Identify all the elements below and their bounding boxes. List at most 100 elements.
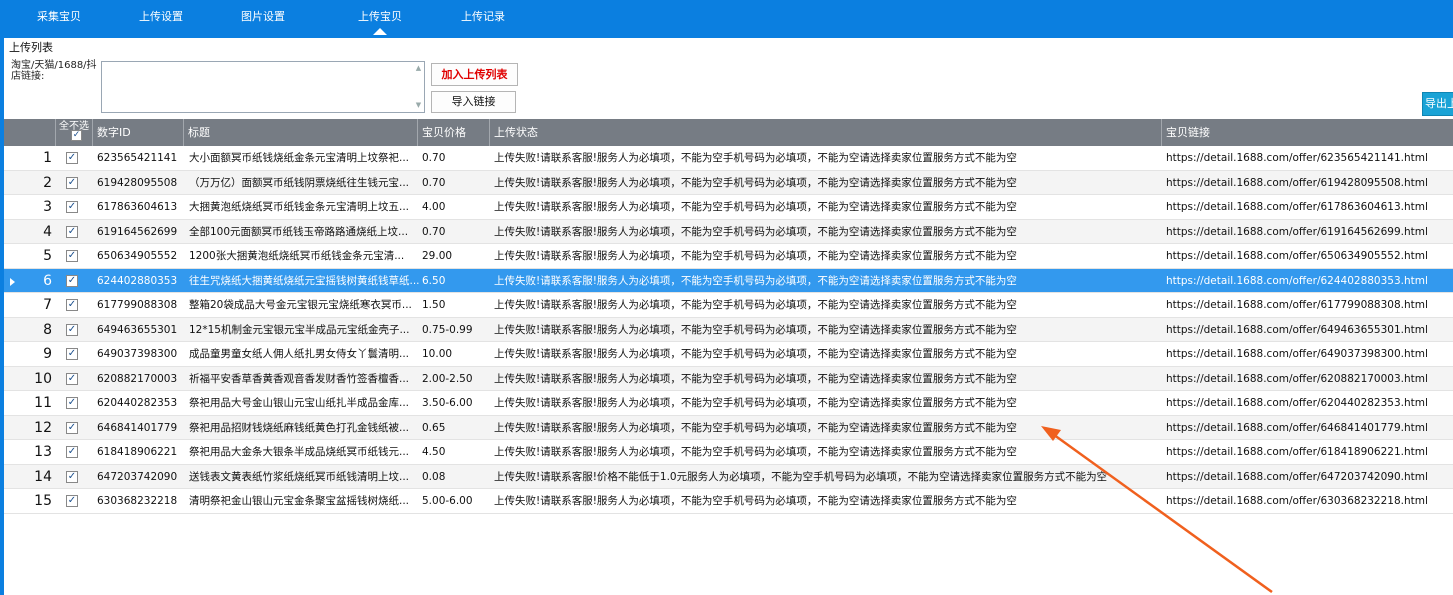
item-link[interactable]: https://detail.1688.com/offer/6494636553… bbox=[1166, 318, 1453, 342]
checkbox-checked-icon[interactable]: ✓ bbox=[66, 348, 78, 360]
header-link[interactable]: 宝贝链接 bbox=[1162, 119, 1453, 146]
row-checkbox[interactable]: ✓ bbox=[66, 470, 82, 483]
table-row[interactable]: 2 ✓ 619428095508 （万万亿）面额冥币纸钱阴票烧纸往生钱元宝... 0.7… bbox=[4, 170, 1453, 195]
item-link[interactable]: https://detail.1688.com/offer/6490373983… bbox=[1166, 342, 1453, 366]
import-links-button[interactable]: 导入链接 bbox=[431, 91, 516, 113]
checkbox-checked-icon[interactable]: ✓ bbox=[66, 495, 78, 507]
checkbox-checked-icon[interactable]: ✓ bbox=[66, 421, 78, 434]
item-title: 1200张大捆黄泡纸烧纸冥币纸钱金条元宝清... bbox=[189, 250, 405, 262]
add-to-upload-list-button[interactable]: 加入上传列表 bbox=[431, 63, 518, 86]
row-checkbox[interactable]: ✓ bbox=[66, 348, 82, 360]
item-link[interactable]: https://detail.1688.com/offer/6204402823… bbox=[1166, 391, 1453, 415]
item-price: 0.70 bbox=[422, 176, 446, 189]
item-link[interactable]: https://detail.1688.com/offer/6178636046… bbox=[1166, 195, 1453, 219]
row-checkbox[interactable]: ✓ bbox=[66, 323, 82, 336]
scroll-down-icon[interactable]: ▼ bbox=[413, 99, 424, 111]
item-id: 617863604613 bbox=[97, 201, 178, 213]
table-row[interactable]: 9 ✓ 649037398300 成品童男童女纸人佣人纸扎男女侍女丫鬟清明... 10.… bbox=[4, 342, 1453, 367]
table-row[interactable]: 15 ✓ 630368232218 清明祭祀金山银山元宝金条聚宝盆摇钱树烧纸... 5.… bbox=[4, 489, 1453, 514]
item-link[interactable]: https://detail.1688.com/offer/6208821700… bbox=[1166, 367, 1453, 391]
checkbox-checked-icon[interactable]: ✓ bbox=[66, 274, 78, 287]
item-link[interactable]: https://detail.1688.com/offer/6184189062… bbox=[1166, 440, 1453, 464]
table-row[interactable]: 8 ✓ 649463655301 12*15机制金元宝银元宝半成品元宝纸金壳子... 0… bbox=[4, 317, 1453, 342]
item-id: 630368232218 bbox=[97, 495, 178, 507]
item-link[interactable]: https://detail.1688.com/offer/6303682322… bbox=[1166, 489, 1453, 513]
item-link[interactable]: https://detail.1688.com/offer/6468414017… bbox=[1166, 416, 1453, 440]
item-link[interactable]: https://detail.1688.com/offer/6506349055… bbox=[1166, 244, 1453, 268]
row-checkbox[interactable]: ✓ bbox=[66, 176, 82, 189]
top-nav: 采集宝贝 上传设置 图片设置 上传宝贝 上传记录 bbox=[0, 0, 1453, 38]
row-checkbox[interactable]: ✓ bbox=[66, 274, 82, 287]
upload-status: 上传失败!请联系客服!服务人为必填项，不能为空手机号码为必填项，不能为空请选择卖… bbox=[494, 299, 1017, 311]
table-row[interactable]: 4 ✓ 619164562699 全部100元面额冥币纸钱玉帝路路通烧纸上坟... 0.… bbox=[4, 219, 1453, 244]
header-id[interactable]: 数字ID bbox=[93, 119, 184, 146]
tab-collect-items[interactable]: 采集宝贝 bbox=[0, 0, 118, 38]
header-title[interactable]: 标题 bbox=[184, 119, 418, 146]
row-checkbox[interactable]: ✓ bbox=[66, 299, 82, 311]
upload-status: 上传失败!请联系客服!服务人为必填项，不能为空手机号码为必填项，不能为空请选择卖… bbox=[494, 201, 1017, 213]
item-link[interactable]: https://detail.1688.com/offer/6191645626… bbox=[1166, 220, 1453, 244]
header-status[interactable]: 上传状态 bbox=[490, 119, 1162, 146]
export-button[interactable]: 导出上 bbox=[1422, 92, 1453, 116]
row-checkbox[interactable]: ✓ bbox=[66, 372, 82, 385]
item-title: 成品童男童女纸人佣人纸扎男女侍女丫鬟清明... bbox=[189, 348, 410, 360]
row-checkbox[interactable]: ✓ bbox=[66, 201, 82, 213]
link-input[interactable] bbox=[101, 61, 425, 113]
item-price: 0.65 bbox=[422, 421, 446, 434]
item-price: 5.00-6.00 bbox=[422, 495, 473, 507]
row-number: 3 bbox=[43, 199, 52, 215]
row-checkbox[interactable]: ✓ bbox=[66, 446, 82, 458]
row-number: 6 bbox=[43, 272, 52, 289]
item-link[interactable]: https://detail.1688.com/offer/6194280955… bbox=[1166, 171, 1453, 195]
table-row[interactable]: 7 ✓ 617799088308 整箱20袋成品大号金元宝银元宝烧纸寒衣冥币... 1.… bbox=[4, 293, 1453, 318]
scroll-up-icon[interactable]: ▲ bbox=[413, 62, 424, 74]
row-checkbox[interactable]: ✓ bbox=[66, 152, 82, 164]
tab-upload-settings[interactable]: 上传设置 bbox=[102, 0, 220, 38]
item-id: 624402880353 bbox=[97, 274, 178, 287]
checkbox-checked-icon[interactable]: ✓ bbox=[66, 176, 78, 189]
row-checkbox[interactable]: ✓ bbox=[66, 397, 82, 409]
item-id: 620440282353 bbox=[97, 397, 178, 409]
table-row[interactable]: 5 ✓ 650634905552 1200张大捆黄泡纸烧纸冥币纸钱金条元宝清... 29… bbox=[4, 244, 1453, 269]
row-number: 10 bbox=[34, 370, 52, 387]
table-row[interactable]: 3 ✓ 617863604613 大捆黄泡纸烧纸冥币纸钱金条元宝清明上坟五... 4.0… bbox=[4, 195, 1453, 220]
item-link[interactable]: https://detail.1688.com/offer/6177990883… bbox=[1166, 293, 1453, 317]
item-link[interactable]: https://detail.1688.com/offer/6235654211… bbox=[1166, 146, 1453, 170]
check-all-checkbox[interactable]: ✓ bbox=[71, 130, 82, 141]
tab-image-settings[interactable]: 图片设置 bbox=[204, 0, 322, 38]
upload-status: 上传失败!请联系客服!服务人为必填项，不能为空手机号码为必填项，不能为空请选择卖… bbox=[494, 495, 1017, 507]
item-id: 649463655301 bbox=[97, 323, 178, 336]
table-row[interactable]: 6 ✓ 624402880353 往生咒烧纸大捆黄纸烧纸元宝摇钱树黄纸钱草纸... 6.… bbox=[4, 268, 1453, 293]
table-row[interactable]: 10 ✓ 620882170003 祈福平安香草香黄香观音香发财香竹签香檀香... 2.… bbox=[4, 366, 1453, 391]
checkbox-checked-icon[interactable]: ✓ bbox=[66, 446, 78, 458]
item-title: 送钱表文黄表纸竹浆纸烧纸冥币纸钱清明上坟... bbox=[189, 470, 410, 483]
item-price: 3.50-6.00 bbox=[422, 397, 473, 409]
table-row[interactable]: 12 ✓ 646841401779 祭祀用品招财钱烧纸麻钱纸黄色打孔金钱纸被... 0.… bbox=[4, 415, 1453, 440]
header-price[interactable]: 宝贝价格 bbox=[418, 119, 490, 146]
checkbox-checked-icon[interactable]: ✓ bbox=[66, 299, 78, 311]
row-checkbox[interactable]: ✓ bbox=[66, 225, 82, 238]
item-link[interactable]: https://detail.1688.com/offer/6472037420… bbox=[1166, 465, 1453, 489]
table-row[interactable]: 14 ✓ 647203742090 送钱表文黄表纸竹浆纸烧纸冥币纸钱清明上坟... 0.… bbox=[4, 464, 1453, 489]
checkbox-checked-icon[interactable]: ✓ bbox=[66, 323, 78, 336]
checkbox-checked-icon[interactable]: ✓ bbox=[66, 397, 78, 409]
checkbox-checked-icon[interactable]: ✓ bbox=[66, 372, 78, 385]
row-checkbox[interactable]: ✓ bbox=[66, 495, 82, 507]
checkbox-checked-icon[interactable]: ✓ bbox=[66, 470, 78, 483]
row-number: 5 bbox=[43, 248, 52, 264]
checkbox-checked-icon[interactable]: ✓ bbox=[66, 250, 78, 262]
tab-upload-records[interactable]: 上传记录 bbox=[424, 0, 542, 38]
checkbox-checked-icon[interactable]: ✓ bbox=[66, 152, 78, 164]
table-row[interactable]: 13 ✓ 618418906221 祭祀用品大金条大银条半成品烧纸冥币纸钱元... 4.… bbox=[4, 440, 1453, 465]
upload-status: 上传失败!请联系客服!服务人为必填项，不能为空手机号码为必填项，不能为空请选择卖… bbox=[494, 421, 1017, 434]
item-link[interactable]: https://detail.1688.com/offer/6244028803… bbox=[1166, 269, 1453, 293]
row-checkbox[interactable]: ✓ bbox=[66, 421, 82, 434]
row-checkbox[interactable]: ✓ bbox=[66, 250, 82, 262]
checkbox-checked-icon[interactable]: ✓ bbox=[66, 225, 78, 238]
item-id: 646841401779 bbox=[97, 421, 178, 434]
item-price: 4.00 bbox=[422, 201, 446, 213]
checkbox-checked-icon[interactable]: ✓ bbox=[66, 201, 78, 213]
tab-upload-items[interactable]: 上传宝贝 bbox=[321, 0, 439, 38]
table-row[interactable]: 1 ✓ 623565421141 大小面额冥币纸钱烧纸金条元宝清明上坟祭祀... 0.7… bbox=[4, 146, 1453, 171]
table-row[interactable]: 11 ✓ 620440282353 祭祀用品大号金山银山元宝山纸扎半成品金库... 3.… bbox=[4, 391, 1453, 416]
